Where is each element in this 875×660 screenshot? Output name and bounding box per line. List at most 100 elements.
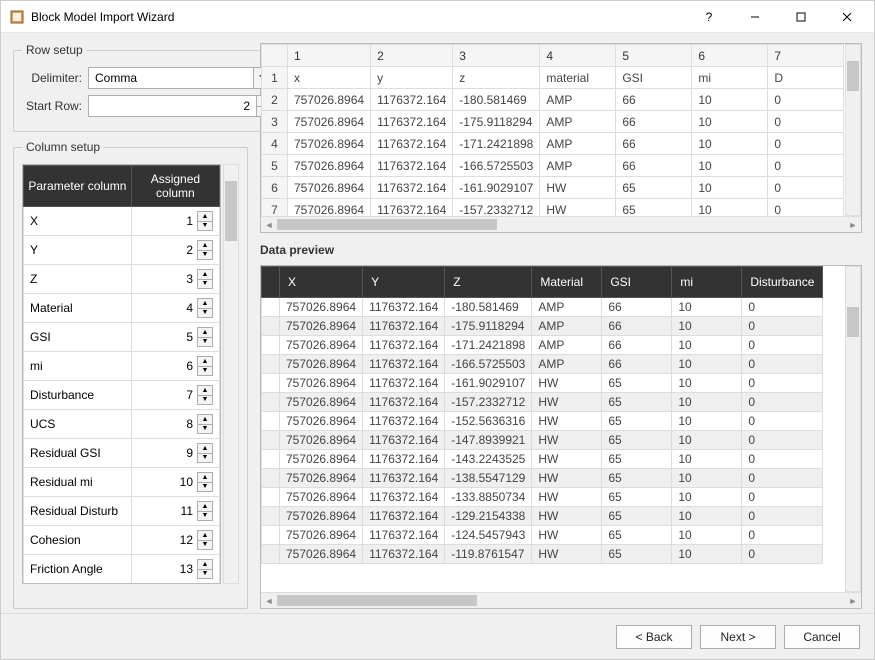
preview-cell[interactable]: 65 bbox=[602, 526, 672, 545]
preview-cell[interactable]: 65 bbox=[602, 393, 672, 412]
assigned-spinner[interactable]: ▲▼ bbox=[197, 559, 213, 579]
preview-row[interactable]: 757026.89641176372.164-171.2421898AMP661… bbox=[262, 336, 823, 355]
preview-cell[interactable]: 66 bbox=[602, 317, 672, 336]
preview-cell[interactable]: 1176372.164 bbox=[363, 298, 445, 317]
preview-col-header[interactable]: X bbox=[280, 267, 363, 298]
preview-cell[interactable]: 10 bbox=[672, 488, 742, 507]
preview-cell[interactable]: -171.2421898 bbox=[445, 336, 532, 355]
grid-row-header[interactable]: 1 bbox=[262, 67, 288, 89]
delimiter-input[interactable] bbox=[88, 67, 272, 89]
spinner-down-icon[interactable]: ▼ bbox=[198, 338, 212, 347]
start-row-input[interactable] bbox=[88, 95, 256, 117]
preview-cell[interactable]: 757026.8964 bbox=[280, 507, 363, 526]
grid-row-header[interactable]: 7 bbox=[262, 199, 288, 217]
assigned-cell[interactable]: 6▲▼ bbox=[131, 352, 219, 381]
preview-cell[interactable]: 65 bbox=[602, 469, 672, 488]
preview-cell[interactable]: 1176372.164 bbox=[363, 355, 445, 374]
assigned-cell[interactable]: 8▲▼ bbox=[131, 410, 219, 439]
grid-row-header[interactable]: 6 bbox=[262, 177, 288, 199]
preview-cell[interactable]: 1176372.164 bbox=[363, 317, 445, 336]
preview-cell[interactable]: 757026.8964 bbox=[280, 545, 363, 564]
grid-cell[interactable]: mi bbox=[692, 67, 768, 89]
grid-cell[interactable]: 10 bbox=[692, 155, 768, 177]
assigned-spinner[interactable]: ▲▼ bbox=[197, 443, 213, 463]
param-row[interactable]: Friction Angle13▲▼ bbox=[24, 555, 220, 584]
preview-row[interactable]: 757026.89641176372.164-157.2332712HW6510… bbox=[262, 393, 823, 412]
grid-cell[interactable]: 1176372.164 bbox=[371, 133, 453, 155]
param-row[interactable]: Residual mi10▲▼ bbox=[24, 468, 220, 497]
preview-cell[interactable]: 0 bbox=[742, 317, 823, 336]
grid-cell[interactable]: -180.581469 bbox=[453, 89, 540, 111]
assigned-cell[interactable]: 12▲▼ bbox=[131, 526, 219, 555]
grid-cell[interactable]: 757026.8964 bbox=[288, 199, 371, 217]
spinner-up-icon[interactable]: ▲ bbox=[198, 212, 212, 222]
spinner-up-icon[interactable]: ▲ bbox=[198, 444, 212, 454]
param-scrollbar[interactable] bbox=[223, 164, 239, 584]
assigned-cell[interactable]: 14▲▼ bbox=[131, 584, 219, 585]
preview-cell[interactable]: 10 bbox=[672, 431, 742, 450]
param-row[interactable]: Tensile Strength14▲▼ bbox=[24, 584, 220, 585]
grid-col-header[interactable]: 1 bbox=[288, 45, 371, 67]
preview-cell[interactable]: 757026.8964 bbox=[280, 336, 363, 355]
grid-cell[interactable]: 757026.8964 bbox=[288, 177, 371, 199]
grid-cell[interactable]: -171.2421898 bbox=[453, 133, 540, 155]
preview-row[interactable]: 757026.89641176372.164-147.8939921HW6510… bbox=[262, 431, 823, 450]
grid-cell[interactable]: 757026.8964 bbox=[288, 133, 371, 155]
spinner-up-icon[interactable]: ▲ bbox=[198, 241, 212, 251]
assigned-spinner[interactable]: ▲▼ bbox=[197, 385, 213, 405]
preview-cell[interactable]: 10 bbox=[672, 355, 742, 374]
preview-cell[interactable]: 0 bbox=[742, 355, 823, 374]
spinner-up-icon[interactable]: ▲ bbox=[198, 502, 212, 512]
assigned-spinner[interactable]: ▲▼ bbox=[197, 414, 213, 434]
preview-table[interactable]: XYZMaterialGSImiDisturbance 757026.89641… bbox=[261, 266, 823, 564]
assigned-cell[interactable]: 4▲▼ bbox=[131, 294, 219, 323]
preview-cell[interactable]: 10 bbox=[672, 393, 742, 412]
grid-row[interactable]: 7757026.89641176372.164-157.2332712HW651… bbox=[262, 199, 844, 217]
preview-cell[interactable]: HW bbox=[532, 469, 602, 488]
preview-col-header[interactable]: Disturbance bbox=[742, 267, 823, 298]
spinner-down-icon[interactable]: ▼ bbox=[198, 483, 212, 492]
scroll-right-icon[interactable]: ► bbox=[845, 220, 861, 230]
preview-cell[interactable]: 757026.8964 bbox=[280, 298, 363, 317]
preview-cell[interactable]: -175.9118294 bbox=[445, 317, 532, 336]
assigned-spinner[interactable]: ▲▼ bbox=[197, 356, 213, 376]
grid-col-header[interactable]: 5 bbox=[616, 45, 692, 67]
param-row[interactable]: Material4▲▼ bbox=[24, 294, 220, 323]
grid-cell[interactable]: -157.2332712 bbox=[453, 199, 540, 217]
maximize-button[interactable] bbox=[778, 2, 824, 32]
preview-cell[interactable]: AMP bbox=[532, 298, 602, 317]
preview-cell[interactable]: 0 bbox=[742, 488, 823, 507]
grid-cell[interactable]: material bbox=[540, 67, 616, 89]
preview-cell[interactable]: 0 bbox=[742, 545, 823, 564]
grid-col-header[interactable]: 2 bbox=[371, 45, 453, 67]
grid-cell[interactable]: HW bbox=[540, 177, 616, 199]
preview-cell[interactable]: 1176372.164 bbox=[363, 336, 445, 355]
grid-row-header[interactable]: 2 bbox=[262, 89, 288, 111]
spinner-down-icon[interactable]: ▼ bbox=[198, 512, 212, 521]
grid-cell[interactable]: 1176372.164 bbox=[371, 155, 453, 177]
grid-cell[interactable]: x bbox=[288, 67, 371, 89]
back-button[interactable]: < Back bbox=[616, 625, 692, 649]
preview-cell[interactable]: 757026.8964 bbox=[280, 317, 363, 336]
grid-row-header[interactable]: 3 bbox=[262, 111, 288, 133]
grid-cell[interactable]: 65 bbox=[616, 199, 692, 217]
preview-cell[interactable]: 0 bbox=[742, 450, 823, 469]
param-row[interactable]: Disturbance7▲▼ bbox=[24, 381, 220, 410]
spinner-up-icon[interactable]: ▲ bbox=[198, 473, 212, 483]
preview-cell[interactable]: 0 bbox=[742, 507, 823, 526]
grid-cell[interactable]: AMP bbox=[540, 155, 616, 177]
preview-cell[interactable]: 757026.8964 bbox=[280, 393, 363, 412]
spinner-down-icon[interactable]: ▼ bbox=[198, 251, 212, 260]
spinner-down-icon[interactable]: ▼ bbox=[198, 570, 212, 579]
preview-cell[interactable]: 0 bbox=[742, 374, 823, 393]
preview-cell[interactable]: 1176372.164 bbox=[363, 526, 445, 545]
preview-cell[interactable]: HW bbox=[532, 488, 602, 507]
grid-row-header[interactable]: 5 bbox=[262, 155, 288, 177]
preview-cell[interactable]: HW bbox=[532, 393, 602, 412]
grid-row[interactable]: 3757026.89641176372.164-175.9118294AMP66… bbox=[262, 111, 844, 133]
preview-cell[interactable]: 65 bbox=[602, 488, 672, 507]
grid-row[interactable]: 4757026.89641176372.164-171.2421898AMP66… bbox=[262, 133, 844, 155]
assigned-cell[interactable]: 5▲▼ bbox=[131, 323, 219, 352]
preview-cell[interactable]: -119.8761547 bbox=[445, 545, 532, 564]
grid-cell[interactable]: 66 bbox=[616, 155, 692, 177]
